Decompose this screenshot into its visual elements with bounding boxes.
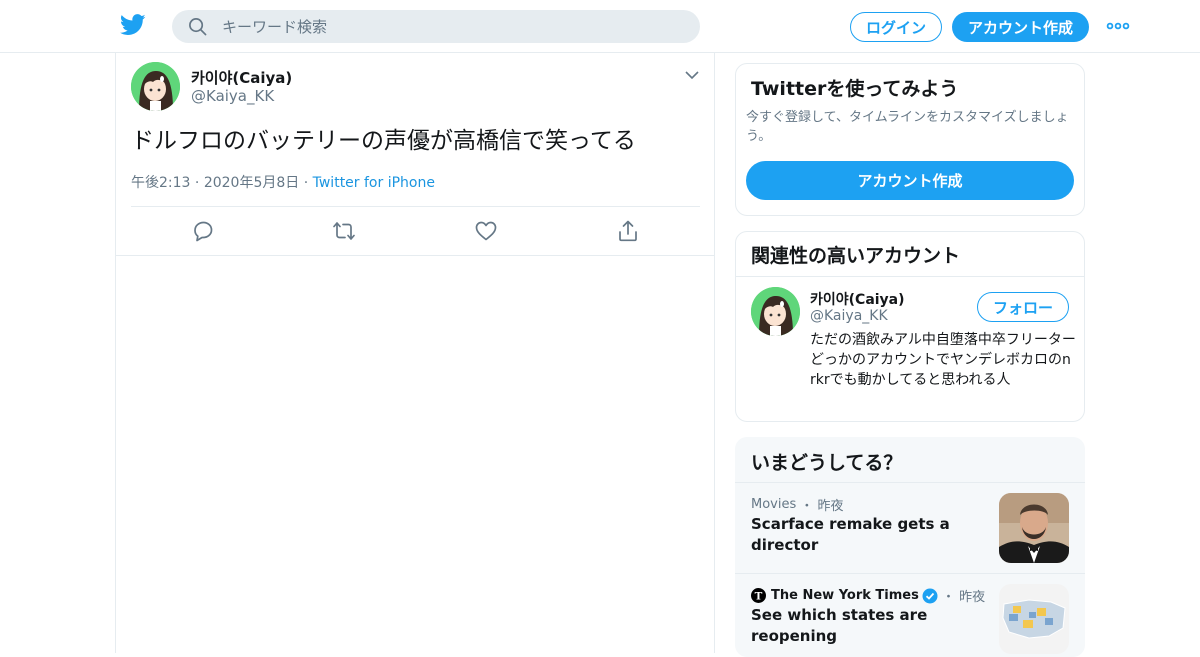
- separator-dot: ·: [303, 175, 313, 191]
- signup-button[interactable]: アカウント作成: [952, 12, 1089, 42]
- chevron-down-icon[interactable]: [684, 68, 700, 82]
- separator-dot: ・: [937, 590, 960, 605]
- login-button[interactable]: ログイン: [850, 12, 942, 42]
- tweet-action-bar: [116, 207, 714, 255]
- trend-item[interactable]: Movies ・ 昨夜 Scarface remake gets a direc…: [735, 483, 1085, 573]
- separator-dot: ·: [194, 175, 204, 191]
- tweet-source-link[interactable]: Twitter for iPhone: [313, 175, 435, 191]
- tweet-time[interactable]: 午後2:13: [131, 175, 190, 191]
- follow-button[interactable]: フォロー: [977, 292, 1069, 322]
- share-icon[interactable]: [616, 219, 640, 243]
- trend-headline: Scarface remake gets a director: [751, 515, 950, 554]
- retweet-icon[interactable]: [332, 219, 356, 243]
- signup-card-description: 今すぐ登録して、タイムラインをカスタマイズしましょう。: [746, 110, 1069, 144]
- reply-icon[interactable]: [191, 219, 215, 243]
- trend-thumbnail: [999, 584, 1069, 654]
- verified-badge-icon: [922, 588, 938, 603]
- trend-thumbnail-image: [999, 584, 1069, 654]
- related-account-bio: ただの酒飲みアル中自堕落中卒フリーター どっかのアカウントでヤンデレボカロのnr…: [810, 332, 1076, 388]
- search-icon: [189, 18, 207, 36]
- trend-category: Movies: [751, 497, 797, 512]
- tweet-author-name[interactable]: 카이야(Caiya): [191, 67, 292, 88]
- nyt-logo-icon: T: [751, 588, 766, 603]
- search-box[interactable]: [172, 10, 700, 43]
- divider: [736, 276, 1084, 277]
- avatar[interactable]: [751, 287, 800, 336]
- trend-meta: Movies ・ 昨夜: [751, 495, 844, 514]
- trend-thumbnail: [999, 493, 1069, 563]
- trend-headline: See which states are reopening: [751, 606, 928, 645]
- avatar[interactable]: [131, 62, 180, 111]
- like-icon[interactable]: [474, 219, 498, 243]
- more-dots-icon[interactable]: [1106, 19, 1130, 33]
- separator-dot: ・: [796, 499, 818, 514]
- signup-card-title: Twitterを使ってみよう: [751, 78, 959, 100]
- signup-card: Twitterを使ってみよう 今すぐ登録して、タイムラインをカスタマイズしましょ…: [735, 63, 1085, 216]
- related-account-name[interactable]: 카이야(Caiya): [810, 289, 905, 309]
- avatar-image: [751, 287, 800, 336]
- trend-time: 昨夜: [959, 590, 986, 605]
- tweet-text: ドルフロのバッテリーの声優が高橋信で笑ってる: [131, 128, 636, 154]
- tweet-author-handle[interactable]: @Kaiya_KK: [191, 87, 274, 105]
- trend-meta: T The New York Times ・ 昨夜: [751, 586, 985, 605]
- signup-card-button[interactable]: アカウント作成: [746, 161, 1074, 200]
- divider: [116, 255, 714, 256]
- svg-text:T: T: [755, 590, 763, 602]
- search-input[interactable]: [222, 10, 682, 43]
- tweet-detail: 카이야(Caiya) @Kaiya_KK ドルフロのバッテリーの声優が高橋信で笑…: [115, 53, 715, 653]
- trends-card: いまどうしてる？ Movies ・ 昨夜 Scarface remake get…: [735, 437, 1085, 657]
- top-navigation-bar: ログイン アカウント作成: [0, 0, 1200, 53]
- related-accounts-title: 関連性の高いアカウント: [751, 245, 961, 267]
- trend-time: 昨夜: [817, 499, 844, 514]
- tweet-metadata: 午後2:13 · 2020年5月8日 · Twitter for iPhone: [131, 172, 435, 192]
- twitter-bird-icon[interactable]: [120, 14, 146, 36]
- trend-source: The New York Times: [771, 588, 919, 603]
- avatar-image: [131, 62, 180, 111]
- related-accounts-card: 関連性の高いアカウント 카이야(Caiya) @Kaiya_KK フォロー ただ…: [735, 231, 1085, 422]
- related-account-handle[interactable]: @Kaiya_KK: [810, 308, 888, 324]
- trends-title: いまどうしてる？: [751, 452, 903, 474]
- trend-thumbnail-image: [999, 493, 1069, 563]
- trend-item[interactable]: T The New York Times ・ 昨夜 See which stat…: [735, 574, 1085, 657]
- tweet-date[interactable]: 2020年5月8日: [204, 175, 299, 191]
